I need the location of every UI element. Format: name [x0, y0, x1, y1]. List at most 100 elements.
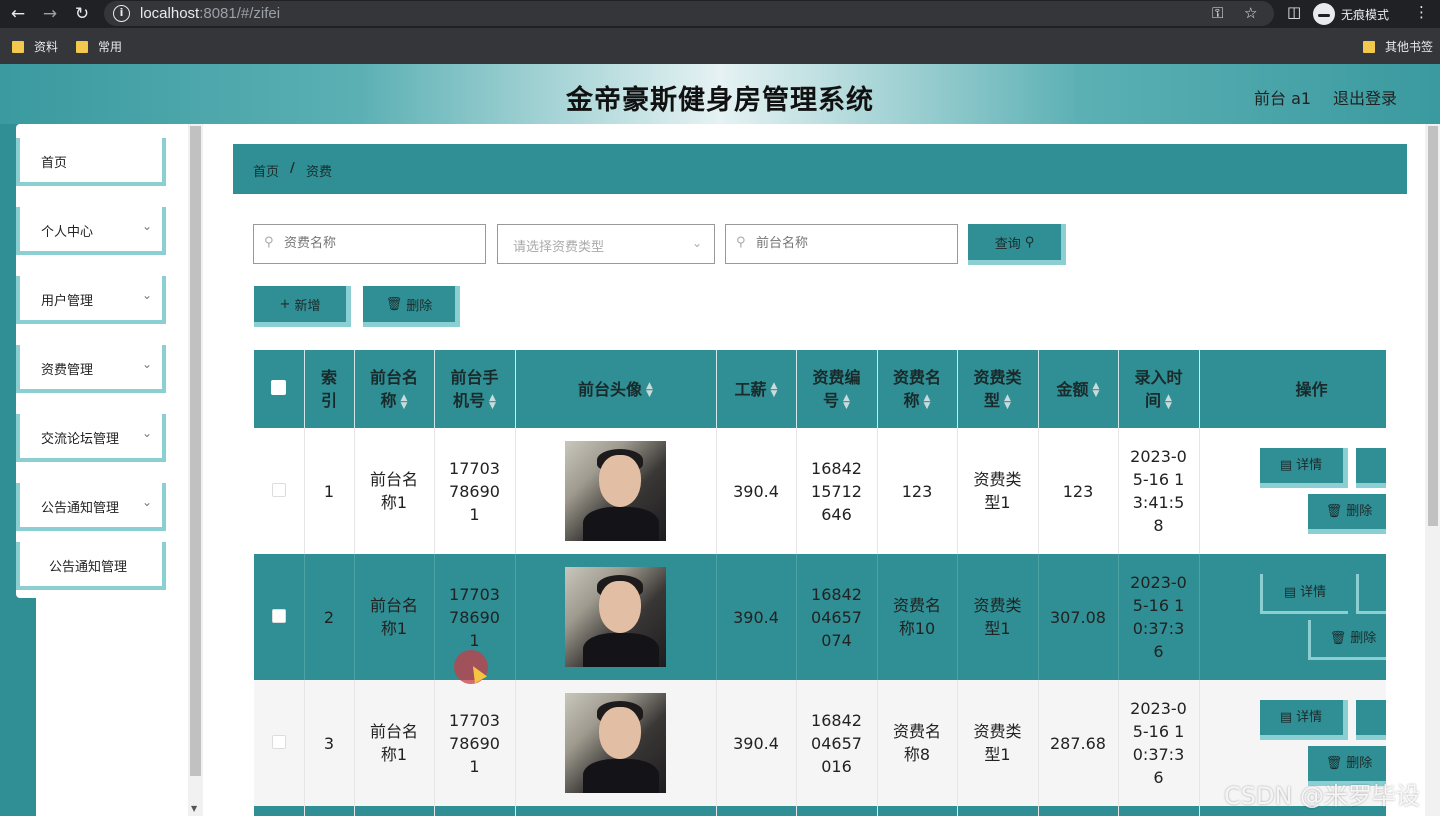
reload-icon[interactable]: ↻ — [70, 2, 94, 26]
chevron-down-icon: ⌄ — [141, 495, 152, 509]
search-icon: ⚲ — [1024, 234, 1035, 250]
fee-table: 索引 前台名称 ▲ ▼ 前台手机号 ▲ ▼ 前台头像 ▲ ▼ 工薪 ▲ ▼ 资费编号 ▲ ▼ 资费名… — [254, 350, 1386, 816]
bookmarks-bar: 资料 常用 其他书签 — [0, 28, 1440, 64]
app-title: 金帝豪斯健身房管理系统 — [566, 85, 874, 116]
row-checkbox[interactable] — [271, 608, 286, 623]
bookmark-other[interactable]: 其他书签 — [1363, 38, 1433, 55]
sidebar-item-user-management[interactable]: 用户管理 ⌄ — [16, 276, 166, 324]
header-fee-type[interactable]: 资费类型 ▲ ▼ — [957, 350, 1039, 428]
select-all-checkbox[interactable] — [271, 379, 287, 395]
sidebar-subitem-notice-management[interactable]: 公告通知管理 — [16, 542, 166, 590]
header-fee-name[interactable]: 资费名称 ▲ ▼ — [877, 350, 958, 428]
header-avatar[interactable]: 前台头像 ▲ ▼ — [515, 350, 717, 428]
site-info-icon[interactable]: i — [113, 5, 130, 22]
sort-icon[interactable]: ▲ ▼ — [1165, 393, 1172, 410]
sort-icon[interactable]: ▲ ▼ — [1004, 393, 1011, 410]
fee-type-select[interactable]: 请选择资费类型 ⌄ — [497, 224, 715, 264]
incognito-label: 无痕模式 — [1341, 7, 1390, 22]
cell-salary: 390.4 — [716, 680, 797, 806]
cell-fee-code: 1684204657074 — [811, 584, 862, 650]
page-scrollbar-thumb[interactable] — [1428, 126, 1438, 526]
edit-button[interactable]: ✎ — [1355, 700, 1386, 740]
front-name-search-field[interactable]: ⚲ — [725, 224, 958, 264]
folder-icon — [12, 40, 24, 53]
sidebar: 首页 个人中心 ⌄ 用户管理 ⌄ 资费管理 ⌄ 交流论坛管理 ⌄ 公告通知管理 ⌄ 公告通… — [16, 124, 188, 598]
sidebar-item-personal-center[interactable]: 个人中心 ⌄ — [16, 207, 166, 255]
sort-icon[interactable]: ▲ ▼ — [924, 393, 931, 410]
sort-icon[interactable]: ▲ ▼ — [1093, 382, 1100, 399]
bookmark-changyong[interactable]: 常用 — [76, 38, 122, 55]
front-avatar-image[interactable] — [565, 441, 666, 541]
sidebar-item-forum-management[interactable]: 交流论坛管理 ⌄ — [16, 414, 166, 462]
breadcrumb-home[interactable]: 首页 — [253, 161, 279, 180]
row-checkbox[interactable] — [271, 482, 286, 497]
star-icon[interactable]: ☆ — [1244, 4, 1257, 22]
app-header: 金帝豪斯健身房管理系统 前台 a1 退出登录 — [0, 64, 1440, 124]
scroll-down-arrow-icon[interactable]: ▼ — [191, 804, 197, 813]
header-front-name[interactable]: 前台名称 ▲ ▼ — [354, 350, 435, 428]
key-icon[interactable]: ⚿ — [1212, 4, 1223, 22]
cell-index: 1 — [304, 428, 355, 554]
sort-icon[interactable]: ▲ ▼ — [401, 393, 408, 410]
row-checkbox[interactable] — [271, 734, 286, 749]
back-icon[interactable]: ← — [6, 2, 30, 26]
plus-icon: + — [279, 296, 291, 312]
incognito-badge[interactable]: 无痕模式 — [1313, 2, 1389, 26]
cell-fee-name: 资费名称10 — [892, 596, 941, 638]
address-bar[interactable]: i localhost:8081/#/zifei ⚿ ☆ — [104, 1, 1274, 26]
cell-salary: 390.4 — [716, 554, 797, 680]
header-salary[interactable]: 工薪 ▲ ▼ — [716, 350, 797, 428]
sidebar-item-fee-management[interactable]: 资费管理 ⌄ — [16, 345, 166, 393]
query-button[interactable]: 查询 ⚲ — [968, 224, 1066, 265]
bookmark-ziliao[interactable]: 资料 — [12, 38, 58, 55]
front-avatar-image[interactable] — [565, 567, 666, 667]
cell-fee-code: 1684215712646 — [811, 458, 862, 524]
front-avatar-image[interactable] — [565, 693, 666, 793]
forward-icon[interactable]: → — [38, 2, 62, 26]
cell-amount: 307.08 — [1038, 554, 1119, 680]
cell-fee-type: 资费类型1 — [973, 722, 1022, 764]
breadcrumb-current: 资费 — [306, 165, 333, 180]
cell-index: 3 — [304, 680, 355, 806]
sort-icon[interactable]: ▲ ▼ — [489, 393, 496, 410]
logout-link[interactable]: 退出登录 — [1333, 85, 1397, 109]
sort-icon[interactable]: ▲ ▼ — [771, 382, 778, 399]
table-row[interactable]: 1 前台名称1 17703786901 390.4 1684215712646 … — [254, 428, 1386, 554]
table-row[interactable] — [254, 806, 1386, 816]
sidebar-item-notice-management[interactable]: 公告通知管理 ⌄ — [16, 483, 166, 531]
detail-button[interactable]: ▤ 详情 — [1259, 574, 1348, 614]
header-amount[interactable]: 金额 ▲ ▼ — [1038, 350, 1119, 428]
header-index: 索引 — [304, 350, 355, 428]
batch-delete-button[interactable]: 🗑 删除 — [363, 286, 460, 327]
cell-entry-time: 2023-05-16 13:41:58 — [1130, 447, 1187, 535]
folder-icon — [1363, 40, 1375, 53]
fee-name-search-field[interactable]: ⚲ — [253, 224, 486, 264]
sidepanel-icon[interactable]: ◫ — [1287, 3, 1301, 21]
table-row[interactable]: 2 前台名称1 17703786901 390.4 1684204657074 … — [254, 554, 1386, 680]
front-name-input[interactable] — [756, 236, 936, 251]
select-all-cell[interactable] — [254, 350, 305, 428]
add-button[interactable]: + 新增 — [254, 286, 351, 327]
cell-salary: 390.4 — [716, 428, 797, 554]
detail-button[interactable]: ▤ 详情 — [1259, 700, 1348, 740]
detail-button[interactable]: ▤ 详情 — [1259, 448, 1348, 488]
chevron-down-icon: ⌄ — [691, 236, 702, 250]
sidebar-scrollbar-thumb[interactable] — [190, 126, 201, 776]
sort-icon[interactable]: ▲ ▼ — [646, 382, 653, 399]
cell-front-phone: 17703786901 — [449, 710, 500, 776]
row-delete-button[interactable]: 🗑 删除 — [1307, 494, 1386, 534]
menu-dots-icon[interactable]: ⋮ — [1414, 3, 1429, 21]
search-icon: ⚲ — [264, 235, 274, 250]
fee-name-input[interactable] — [284, 236, 464, 251]
row-delete-button[interactable]: 🗑 删除 — [1307, 620, 1386, 660]
edit-button[interactable]: ✎ — [1355, 448, 1386, 488]
sort-icon[interactable]: ▲ ▼ — [843, 393, 850, 410]
sidebar-item-home[interactable]: 首页 — [16, 138, 166, 186]
header-fee-code[interactable]: 资费编号 ▲ ▼ — [796, 350, 878, 428]
table-row[interactable]: 3 前台名称1 17703786901 390.4 1684204657016 … — [254, 680, 1386, 806]
header-front-phone[interactable]: 前台手机号 ▲ ▼ — [434, 350, 516, 428]
header-entry-time[interactable]: 录入时间 ▲ ▼ — [1118, 350, 1200, 428]
table-header-row: 索引 前台名称 ▲ ▼ 前台手机号 ▲ ▼ 前台头像 ▲ ▼ 工薪 ▲ ▼ 资费编号 ▲ ▼ 资费名… — [254, 350, 1386, 428]
cell-amount: 287.68 — [1038, 680, 1119, 806]
edit-button[interactable]: ✎ — [1355, 574, 1386, 614]
